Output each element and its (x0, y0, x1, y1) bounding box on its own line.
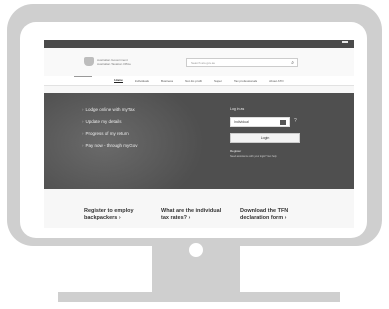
login-type-value: Individual (234, 120, 249, 124)
agency-name: Australian Government Australian Taxatio… (97, 58, 131, 66)
hero-link-pay-now[interactable]: Pay now - through myGov (82, 143, 138, 149)
search-placeholder: Search ato.gov.au (191, 61, 216, 65)
login-panel: Log in as Individual ? Login Register Ne… (230, 107, 316, 177)
utility-links (322, 41, 348, 43)
utility-link-2[interactable] (332, 41, 338, 43)
cta-tfn-form-line-2: declaration form › (240, 215, 287, 221)
nav-about-ato[interactable]: About ATO (269, 79, 283, 83)
cta-tfn-form[interactable]: Download the TFN declaration form › (240, 208, 288, 222)
dropdown-icon (280, 120, 286, 125)
cta-tax-rates-line-2: tax rates? › (161, 215, 191, 221)
help-icon[interactable]: ? (294, 118, 297, 125)
monitor-stand-base (58, 292, 340, 302)
government-crest-icon[interactable] (84, 57, 94, 66)
nav-home[interactable]: Home (114, 78, 123, 83)
login-type-select[interactable]: Individual (230, 117, 290, 127)
cta-tax-rates-line-1: What are the individual (161, 208, 222, 214)
cta-register-employ-line-1: Register to employ (84, 208, 134, 214)
cta-register-employ-line-2: backpackers › (84, 215, 121, 221)
main-nav: Home Individuals Business Not-for-profit… (44, 76, 354, 86)
power-button (186, 240, 206, 260)
utility-link-1[interactable] (322, 41, 328, 43)
login-help-text[interactable]: Need assistance with your login? Get hel… (230, 155, 277, 158)
nav-not-for-profit[interactable]: Not-for-profit (185, 79, 202, 83)
utility-bar (44, 40, 354, 48)
nav-business[interactable]: Business (161, 79, 173, 83)
agency-name-line-2: Australian Taxation Office (97, 62, 131, 66)
nav-super[interactable]: Super (214, 79, 222, 83)
hero-links: Lodge online with myTax Update my detail… (82, 107, 138, 155)
hero-banner: Lodge online with myTax Update my detail… (44, 93, 354, 189)
call-to-action-row: Register to employ backpackers › What ar… (44, 208, 354, 228)
hero-link-update-details[interactable]: Update my details (82, 119, 138, 125)
hero-link-return-progress[interactable]: Progress of my return (82, 131, 138, 137)
search-input[interactable]: Search ato.gov.au ⌕ (186, 58, 298, 67)
website-screen: Australian Government Australian Taxatio… (44, 40, 354, 228)
login-title: Log in as (230, 107, 245, 111)
search-icon[interactable]: ⌕ (291, 60, 294, 66)
nav-individuals[interactable]: Individuals (135, 79, 149, 83)
login-button[interactable]: Login (230, 133, 300, 143)
cta-tfn-form-line-1: Download the TFN (240, 208, 289, 214)
cta-register-employ[interactable]: Register to employ backpackers › (84, 208, 134, 222)
cta-tax-rates[interactable]: What are the individual tax rates? › (161, 208, 221, 222)
nav-tax-professionals[interactable]: Tax professionals (234, 79, 257, 83)
hero-link-lodge-online[interactable]: Lodge online with myTax (82, 107, 138, 113)
register-link[interactable]: Register (230, 149, 241, 153)
site-header: Australian Government Australian Taxatio… (44, 48, 354, 76)
utility-link-3[interactable] (342, 41, 348, 43)
nav-divider (74, 76, 92, 77)
